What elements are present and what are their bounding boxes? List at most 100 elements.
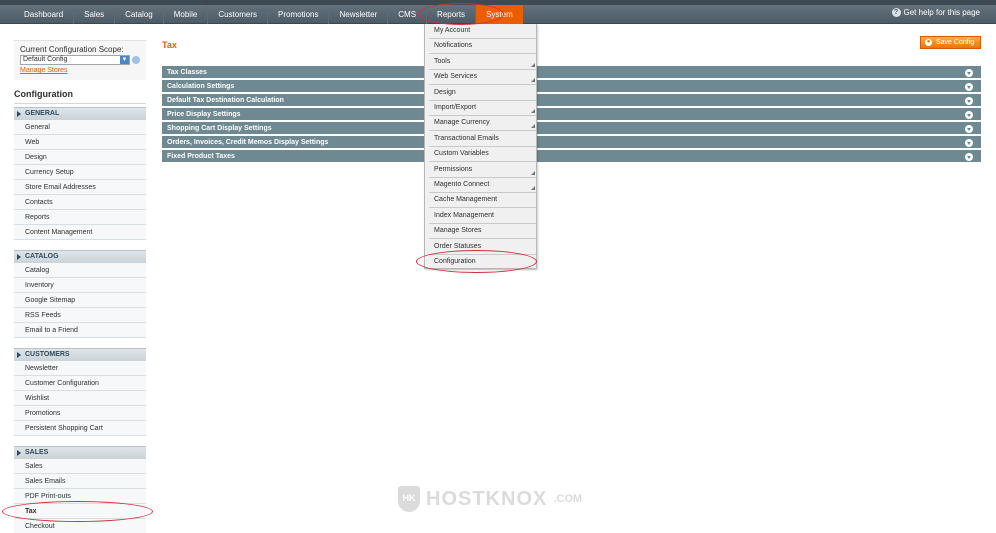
save-config-button[interactable]: ● Save Config	[920, 36, 981, 49]
scope-select[interactable]: Default Config ▼	[20, 55, 130, 65]
sidebar-section-customers[interactable]: CUSTOMERS	[14, 348, 146, 361]
sidebar-item-rss-feeds[interactable]: RSS Feeds	[14, 308, 146, 323]
top-navigation: Dashboard Sales Catalog Mobile Customers Prom…	[0, 0, 996, 24]
nav-item-mobile[interactable]: Mobile	[164, 5, 209, 24]
divider	[14, 103, 146, 104]
system-menu-dropdown: My Account Notifications Tools Web Services…	[424, 24, 537, 270]
nav-item-system[interactable]: System	[476, 5, 523, 24]
section-tax-classes[interactable]: Tax Classes	[162, 66, 981, 79]
menu-item-label: Web Services	[434, 73, 478, 81]
sidebar-item-design[interactable]: Design	[14, 150, 146, 165]
sidebar-item-general[interactable]: General	[14, 120, 146, 135]
menu-item-label: My Account	[434, 27, 471, 34]
nav-item-dashboard[interactable]: Dashboard	[14, 5, 75, 24]
expand-chevron-icon	[965, 153, 973, 161]
nav-item-reports[interactable]: Reports	[427, 5, 477, 24]
submenu-arrow-icon	[531, 62, 535, 67]
sidebar-item-reports[interactable]: Reports	[14, 210, 146, 225]
sidebar-section-catalog[interactable]: CATALOG	[14, 250, 146, 263]
menu-item-index-management[interactable]: Index Management	[429, 209, 536, 224]
sidebar-item-promotions[interactable]: Promotions	[14, 406, 146, 421]
menu-item-notifications[interactable]: Notifications	[429, 39, 536, 55]
section-default-tax-destination-calculation[interactable]: Default Tax Destination Calculation	[162, 94, 981, 107]
help-link[interactable]: ? Get help for this page	[891, 8, 981, 17]
sidebar-section-general[interactable]: GENERAL	[14, 107, 146, 120]
menu-item-order-statuses[interactable]: Order Statuses	[429, 240, 536, 255]
sidebar-item-customer-configuration[interactable]: Customer Configuration	[14, 376, 146, 391]
save-icon: ●	[925, 39, 932, 46]
sidebar-item-pdf-print-outs[interactable]: PDF Print-outs	[14, 489, 146, 504]
submenu-arrow-icon	[531, 170, 535, 175]
manage-stores-link[interactable]: Manage Stores	[20, 67, 140, 74]
menu-item-label: Notifications	[434, 42, 473, 50]
menu-item-magento-connect[interactable]: Magento Connect	[429, 178, 536, 193]
sidebar-item-web[interactable]: Web	[14, 135, 146, 150]
menu-item-label: Manage Currency	[434, 119, 490, 127]
menu-item-my-account[interactable]: My Account	[429, 24, 536, 39]
watermark-suffix: .COM	[553, 493, 583, 505]
section-price-display-settings[interactable]: Price Display Settings	[162, 108, 981, 121]
menu-item-web-services[interactable]: Web Services	[429, 70, 536, 86]
sidebar-item-email-to-a-friend[interactable]: Email to a Friend	[14, 323, 146, 338]
menu-item-manage-stores[interactable]: Manage Stores	[429, 224, 536, 240]
sidebar-section-sales[interactable]: SALES	[14, 446, 146, 459]
help-icon: ?	[891, 8, 901, 17]
nav-item-customers[interactable]: Customers	[208, 5, 268, 24]
sidebar-item-inventory[interactable]: Inventory	[14, 278, 146, 293]
section-label: Orders, Invoices, Credit Memos Display S…	[167, 139, 329, 146]
sidebar-item-checkout[interactable]: Checkout	[14, 519, 146, 533]
scope-help-icon[interactable]	[132, 56, 140, 64]
menu-item-permissions[interactable]: Permissions	[429, 163, 536, 178]
sidebar-item-persistent-shopping-cart[interactable]: Persistent Shopping Cart	[14, 421, 146, 436]
menu-item-label: Manage Stores	[434, 227, 482, 235]
nav-item-promotions[interactable]: Promotions	[268, 5, 330, 24]
sidebar-title: Configuration	[14, 89, 73, 99]
submenu-arrow-icon	[531, 124, 535, 129]
menu-item-design[interactable]: Design	[429, 86, 536, 101]
menu-item-label: Index Management	[434, 211, 494, 219]
menu-item-cache-management[interactable]: Cache Management	[429, 193, 536, 209]
expand-chevron-icon	[965, 83, 973, 91]
menu-item-custom-variables[interactable]: Custom Variables	[429, 147, 536, 163]
sidebar-item-contacts[interactable]: Contacts	[14, 195, 146, 210]
sidebar-item-sales[interactable]: Sales	[14, 459, 146, 474]
nav-item-catalog[interactable]: Catalog	[115, 5, 164, 24]
menu-item-configuration[interactable]: Configuration	[429, 255, 536, 270]
page-title: Tax	[162, 40, 177, 50]
section-calculation-settings[interactable]: Calculation Settings	[162, 80, 981, 93]
menu-item-tools[interactable]: Tools	[429, 55, 536, 70]
save-config-label: Save Config	[936, 39, 975, 46]
sidebar-item-tax[interactable]: Tax	[14, 504, 146, 519]
sidebar-item-store-email-addresses[interactable]: Store Email Addresses	[14, 180, 146, 195]
menu-item-manage-currency[interactable]: Manage Currency	[429, 116, 536, 132]
watermark: HK HOSTKNOX .COM	[398, 486, 582, 512]
sidebar-item-google-sitemap[interactable]: Google Sitemap	[14, 293, 146, 308]
sidebar-item-sales-emails[interactable]: Sales Emails	[14, 474, 146, 489]
menu-item-transactional-emails[interactable]: Transactional Emails	[429, 132, 536, 147]
chevron-down-icon: ▼	[120, 56, 129, 64]
config-scope-box: Current Configuration Scope: Default Con…	[14, 40, 146, 80]
sidebar-item-currency-setup[interactable]: Currency Setup	[14, 165, 146, 180]
section-label: Default Tax Destination Calculation	[167, 97, 284, 104]
sidebar-item-wishlist[interactable]: Wishlist	[14, 391, 146, 406]
sidebar-item-newsletter[interactable]: Newsletter	[14, 361, 146, 376]
section-label: Fixed Product Taxes	[167, 153, 235, 160]
section-label: Tax Classes	[167, 69, 207, 76]
help-label: Get help for this page	[903, 8, 981, 17]
menu-item-label: Cache Management	[434, 196, 498, 204]
sidebar-item-content-management[interactable]: Content Management	[14, 225, 146, 240]
nav-item-cms[interactable]: CMS	[388, 5, 428, 24]
sidebar-item-catalog[interactable]: Catalog	[14, 263, 146, 278]
expand-chevron-icon	[965, 139, 973, 147]
menu-item-label: Transactional Emails	[434, 134, 499, 142]
menu-item-label: Configuration	[434, 258, 476, 265]
nav-item-sales[interactable]: Sales	[74, 5, 116, 24]
section-fixed-product-taxes[interactable]: Fixed Product Taxes	[162, 150, 981, 163]
nav-item-newsletter[interactable]: Newsletter	[329, 5, 389, 24]
main-menu: Dashboard Sales Catalog Mobile Customers Prom…	[14, 5, 523, 24]
section-shopping-cart-display-settings[interactable]: Shopping Cart Display Settings	[162, 122, 981, 135]
section-orders-invoices-credit-memos-display-settings[interactable]: Orders, Invoices, Credit Memos Display S…	[162, 136, 981, 149]
menu-item-label: Import/Export	[434, 104, 477, 111]
section-label: Shopping Cart Display Settings	[167, 125, 272, 132]
menu-item-import-export[interactable]: Import/Export	[429, 101, 536, 116]
